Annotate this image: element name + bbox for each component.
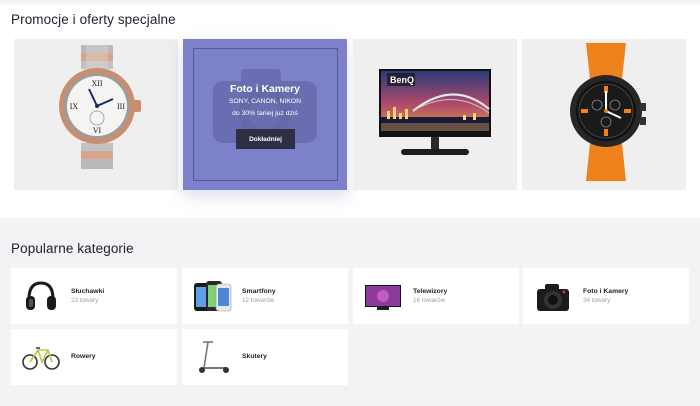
category-count: 34 towary <box>583 297 611 304</box>
smartphones-icon <box>194 281 232 312</box>
promo-card-sport-watch[interactable] <box>522 39 686 190</box>
category-name: Skutery <box>242 353 267 360</box>
category-scooters[interactable]: Skutery <box>182 329 348 385</box>
svg-text:III: III <box>117 102 125 111</box>
category-count: 16 towarów <box>413 297 446 304</box>
bicycle-icon <box>22 347 60 370</box>
watch-image: XII III VI IX <box>59 45 141 169</box>
category-headphones[interactable]: Słuchawki 23 towary <box>11 268 177 324</box>
category-name: Smartfony <box>242 288 276 295</box>
scooter-icon <box>199 341 229 373</box>
television-icon <box>365 285 401 310</box>
category-name: Foto i Kamery <box>583 288 629 295</box>
categories-title: Popularne kategorie <box>11 241 134 256</box>
category-name: Rowery <box>71 353 96 360</box>
category-bicycles[interactable]: Rowery <box>11 329 177 385</box>
category-name: Słuchawki <box>71 288 105 295</box>
monitor-image: BenQ <box>379 69 491 155</box>
camera-icon <box>537 284 569 311</box>
category-smartphones[interactable]: Smartfony 12 towarów <box>182 268 348 324</box>
category-name: Telewizory <box>413 288 448 295</box>
featured-discount: do 30% taniej już dziś <box>232 110 298 117</box>
details-button[interactable]: Dokładniej <box>236 129 295 149</box>
category-televisions[interactable]: Telewizory 16 towarów <box>353 268 519 324</box>
featured-title: Foto i Kamery <box>229 83 300 95</box>
promotions-section: Promocje i oferty specjalne XII III VI I… <box>0 0 700 218</box>
svg-text:XII: XII <box>91 79 102 88</box>
svg-text:VI: VI <box>93 126 102 135</box>
monitor-brand: BenQ <box>390 75 414 85</box>
promo-card-monitor[interactable]: BenQ <box>353 39 517 190</box>
categories-section: Popularne kategorie Słuchawki 23 towary … <box>0 218 700 406</box>
headphones-icon <box>26 281 56 310</box>
promotions-title: Promocje i oferty specjalne <box>11 12 176 27</box>
promo-card-featured[interactable]: Foto i Kamery SONY, CANON, NIKON do 30% … <box>183 39 347 190</box>
category-count: 23 towary <box>71 297 99 304</box>
svg-text:IX: IX <box>70 102 79 111</box>
category-cameras[interactable]: Foto i Kamery 34 towary <box>523 268 689 324</box>
sport-watch-image <box>570 43 646 181</box>
promo-card-watch[interactable]: XII III VI IX <box>14 39 178 190</box>
header-shadow <box>0 0 700 6</box>
category-count: 12 towarów <box>242 297 275 304</box>
featured-brands: SONY, CANON, NIKON <box>228 98 301 105</box>
